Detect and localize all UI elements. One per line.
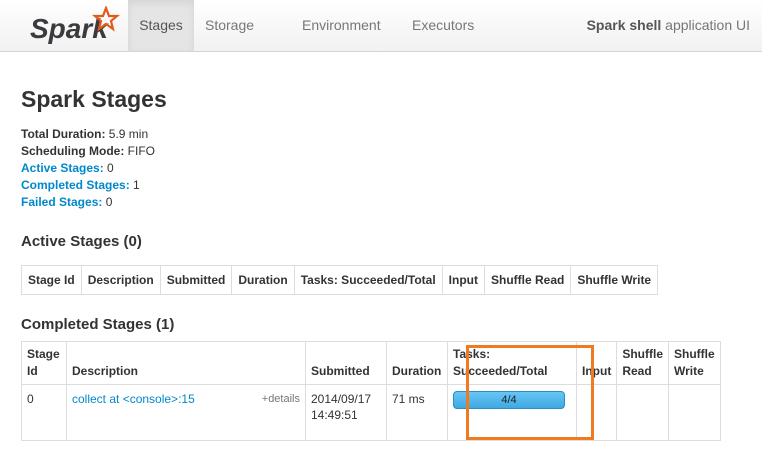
details-toggle[interactable]: +details: [262, 391, 300, 407]
tasks-cell: 4/4: [447, 384, 577, 441]
scheduling-mode-label: Scheduling Mode:: [21, 144, 125, 158]
total-duration-value: 5.9 min: [105, 127, 149, 141]
col-shuffle-read[interactable]: Shuffle Read: [616, 341, 669, 385]
col-description[interactable]: Description: [80, 265, 161, 295]
stage-description-link[interactable]: collect at <console>:15: [72, 392, 195, 406]
active-stages-count: Active Stages: 0: [21, 160, 155, 177]
active-stages-link[interactable]: Active Stages:: [21, 161, 104, 175]
col-tasks[interactable]: Tasks: Succeeded/Total: [293, 265, 443, 295]
col-duration[interactable]: Duration: [231, 265, 295, 295]
col-submitted[interactable]: Submitted: [159, 265, 233, 295]
shuffle-write-cell: [668, 384, 721, 441]
completed-stages-heading: Completed Stages (1): [21, 316, 175, 333]
col-stage-id[interactable]: Stage Id: [21, 265, 82, 295]
completed-stages-table: Stage Id Description Submitted Duration …: [21, 341, 721, 441]
tab-executors[interactable]: Executors: [412, 0, 474, 51]
tasks-progress-bar: 4/4: [453, 391, 565, 409]
col-description[interactable]: Description: [66, 341, 306, 385]
spark-logo[interactable]: Spark: [28, 4, 123, 46]
input-cell: [575, 384, 618, 441]
col-input[interactable]: Input: [575, 341, 618, 385]
active-stages-heading: Active Stages (0): [21, 233, 142, 250]
navbar: Spark Stages Storage Environment Executo…: [0, 0, 762, 52]
col-input[interactable]: Input: [441, 265, 485, 295]
col-shuffle-read[interactable]: Shuffle Read: [483, 265, 572, 295]
table-header-row: Stage Id Description Submitted Duration …: [21, 341, 721, 385]
duration-cell: 71 ms: [386, 384, 448, 441]
app-title: Spark shell application UI: [587, 0, 750, 51]
scheduling-mode: Scheduling Mode: FIFO: [21, 143, 155, 160]
col-tasks[interactable]: Tasks: Succeeded/Total: [447, 341, 577, 385]
stage-summary: Total Duration: 5.9 min Scheduling Mode:…: [21, 126, 155, 211]
completed-stages-count: Completed Stages: 1: [21, 177, 155, 194]
app-name: Spark shell: [586, 17, 662, 33]
active-stages-value: 0: [103, 161, 114, 175]
col-stage-id[interactable]: Stage Id: [21, 341, 67, 385]
page-title: Spark Stages: [21, 86, 167, 112]
total-duration: Total Duration: 5.9 min: [21, 126, 155, 143]
tab-stages[interactable]: Stages: [128, 0, 194, 51]
tab-environment[interactable]: Environment: [302, 0, 381, 51]
active-stages-table: Stage Id Description Submitted Duration …: [21, 265, 659, 295]
table-row: 0 collect at <console>:15 +details 2014/…: [21, 384, 721, 441]
completed-stages-value: 1: [129, 178, 140, 192]
col-shuffle-write[interactable]: Shuffle Write: [570, 265, 659, 295]
description-cell: collect at <console>:15 +details: [66, 384, 306, 441]
total-duration-label: Total Duration:: [21, 127, 106, 141]
col-submitted[interactable]: Submitted: [305, 341, 387, 385]
col-duration[interactable]: Duration: [386, 341, 448, 385]
completed-stages-link[interactable]: Completed Stages:: [21, 178, 130, 192]
stage-id-cell: 0: [21, 384, 67, 441]
failed-stages-value: 0: [102, 195, 113, 209]
table-header-row: Stage Id Description Submitted Duration …: [21, 265, 659, 295]
tab-storage[interactable]: Storage: [205, 0, 254, 51]
shuffle-read-cell: [616, 384, 669, 441]
failed-stages-link[interactable]: Failed Stages:: [21, 195, 102, 209]
submitted-cell: 2014/09/17 14:49:51: [305, 384, 387, 441]
app-title-suffix: application UI: [661, 17, 750, 33]
failed-stages-count: Failed Stages: 0: [21, 194, 155, 211]
scheduling-mode-value: FIFO: [124, 144, 156, 158]
col-shuffle-write[interactable]: Shuffle Write: [668, 341, 721, 385]
